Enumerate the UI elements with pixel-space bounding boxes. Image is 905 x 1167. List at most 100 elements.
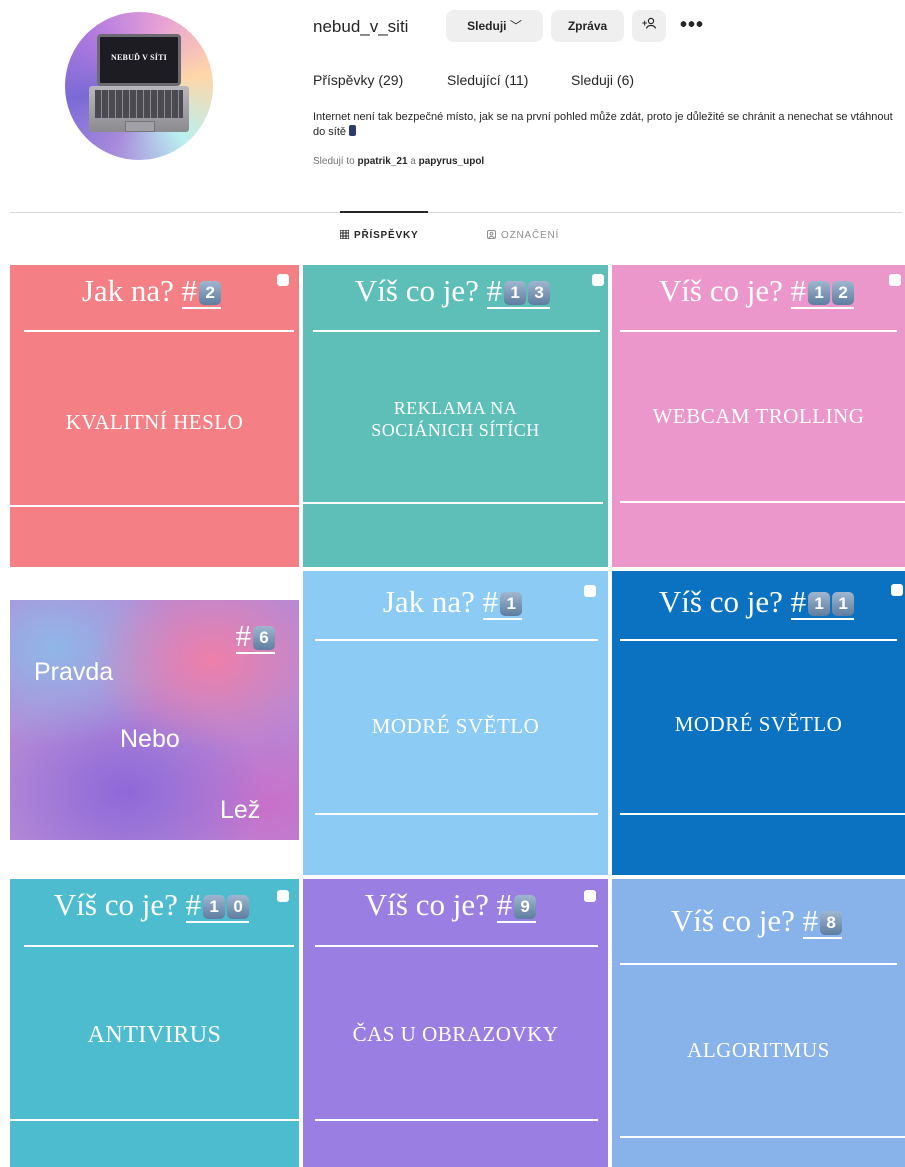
post-label: REKLAMA NA SOCIÁNICH SÍTÍCH: [371, 398, 540, 440]
number-keycap-icon: 1: [203, 895, 226, 919]
profile-avatar[interactable]: NEBUĎ V SÍTI: [65, 12, 213, 160]
divider-line: [315, 639, 598, 641]
post-label: ANTIVIRUS: [87, 1022, 222, 1048]
tag-person-icon: [487, 230, 496, 239]
post-tile[interactable]: Víš co je? #1 0 ANTIVIRUS: [10, 879, 299, 1167]
post-number: #2: [181, 275, 222, 309]
number-keycap-icon: 9: [514, 895, 537, 919]
post-tile[interactable]: #6 Pravda Nebo Lež: [10, 600, 299, 840]
number-keycap-icon: 8: [820, 911, 843, 935]
post-label: MODRÉ SVĚTLO: [371, 714, 540, 738]
posts-count: Příspěvky (29): [313, 72, 404, 88]
carousel-icon: [592, 274, 604, 286]
divider: [10, 212, 902, 213]
more-options-icon[interactable]: •••: [680, 14, 704, 37]
number-keycap-icon: 2: [199, 281, 222, 305]
following-button[interactable]: Sleduji ﹀: [446, 10, 543, 42]
number-keycap-icon: 3: [528, 281, 551, 305]
following-count[interactable]: Sleduji (6): [571, 72, 634, 88]
followed-by-user-link[interactable]: papyrus_upol: [419, 156, 485, 167]
number-keycap-icon: 1: [500, 592, 523, 616]
post-tile[interactable]: Víš co je? #9 ČAS U OBRAZOVKY: [303, 879, 608, 1167]
divider-line: [620, 963, 897, 965]
post-title: Víš co je? #1 3: [303, 273, 608, 309]
divider-line: [620, 501, 905, 503]
post-label: ALGORITMUS: [687, 1038, 830, 1062]
tab-tagged[interactable]: OZNAČENÍ: [487, 230, 559, 241]
post-number: #1 2: [790, 275, 855, 309]
number-keycap-icon: 1: [832, 592, 855, 616]
divider-line: [620, 330, 897, 332]
post-label: WEBCAM TROLLING: [652, 404, 865, 428]
grid-icon: [340, 230, 349, 239]
chevron-down-icon: ﹀: [509, 19, 522, 33]
post-title: Víš co je? #9: [303, 887, 608, 923]
active-tab-indicator: [340, 211, 428, 213]
divider-line: [315, 1119, 598, 1121]
carousel-icon: [277, 274, 289, 286]
username: nebud_v_siti: [313, 17, 409, 36]
post-tile[interactable]: Jak na? #1 MODRÉ SVĚTLO: [303, 571, 608, 875]
number-keycap-icon: 0: [227, 895, 250, 919]
divider-line: [620, 813, 905, 815]
bio: Internet není tak bezpečné místo, jak se…: [313, 111, 893, 138]
followed-by-user-link[interactable]: ppatrik_21: [357, 156, 407, 167]
followers-count[interactable]: Sledující (11): [447, 72, 528, 88]
divider-line: [10, 1119, 299, 1121]
divider-line: [620, 1136, 905, 1138]
post-tile[interactable]: Víš co je? #1 3 REKLAMA NA SOCIÁNICH SÍTÍ…: [303, 265, 608, 567]
post-tile[interactable]: Víš co je? #8 ALGORITMUS: [612, 879, 905, 1167]
post-number: #8: [802, 905, 843, 939]
number-keycap-icon: 1: [808, 592, 831, 616]
divider-line: [303, 502, 603, 504]
divider-line: [24, 330, 294, 332]
number-keycap-icon: 1: [808, 281, 831, 305]
divider-line: [24, 945, 294, 947]
keyboard: [95, 90, 183, 118]
touchpad: [125, 121, 155, 132]
divider-line: [313, 330, 600, 332]
post-title: Víš co je? #8: [612, 903, 905, 939]
post-title: Jak na? #2: [10, 273, 299, 309]
carousel-icon: [584, 890, 596, 902]
avatar-text: NEBUĎ V SÍTI: [111, 53, 167, 62]
followed-by: Sledují to ppatrik_21 a papyrus_upol: [313, 156, 485, 167]
carousel-icon: [277, 890, 289, 902]
post-word: Pravda: [34, 658, 114, 686]
post-number: #6: [235, 620, 275, 654]
divider-line: [620, 639, 897, 641]
post-title: Víš co je? #1 1: [612, 584, 905, 620]
post-word: Lež: [220, 796, 261, 824]
post-label: KVALITNÍ HESLO: [65, 410, 244, 434]
post-tile[interactable]: Víš co je? #1 1 MODRÉ SVĚTLO: [612, 571, 905, 875]
svg-text:+: +: [642, 18, 647, 28]
divider-line: [315, 813, 598, 815]
number-keycap-icon: 1: [504, 281, 527, 305]
post-title: Jak na? #1: [303, 584, 608, 620]
laptop-image: NEBUĎ V SÍTI: [89, 32, 189, 140]
carousel-icon: [889, 274, 901, 286]
number-keycap-icon: 6: [253, 626, 275, 650]
tab-posts[interactable]: PŘÍSPĚVKY: [340, 230, 418, 241]
carousel-icon: [891, 584, 903, 596]
post-label: MODRÉ SVĚTLO: [674, 712, 843, 736]
number-keycap-icon: 2: [832, 281, 855, 305]
post-title: Víš co je? #1 0: [10, 887, 299, 923]
post-number: #9: [496, 889, 537, 923]
post-number: #1: [482, 586, 523, 620]
post-number: #1 0: [185, 889, 250, 923]
post-tile[interactable]: Víš co je? #1 2 WEBCAM TROLLING: [612, 265, 905, 567]
post-number: #1 3: [486, 275, 551, 309]
divider-line: [10, 505, 299, 507]
message-button[interactable]: Zpráva: [551, 10, 624, 42]
divider-line: [315, 945, 598, 947]
post-label: ČAS U OBRAZOVKY: [352, 1022, 559, 1046]
post-word: Nebo: [120, 725, 180, 753]
carousel-icon: [584, 585, 596, 597]
post-tile[interactable]: Jak na? #2 KVALITNÍ HESLO: [10, 265, 299, 567]
phone-icon: [349, 125, 357, 136]
post-number: #1 1: [790, 586, 855, 620]
post-title: Víš co je? #1 2: [612, 273, 905, 309]
laptop-screen: NEBUĎ V SÍTI: [97, 34, 181, 86]
add-person-icon[interactable]: +: [632, 10, 666, 42]
